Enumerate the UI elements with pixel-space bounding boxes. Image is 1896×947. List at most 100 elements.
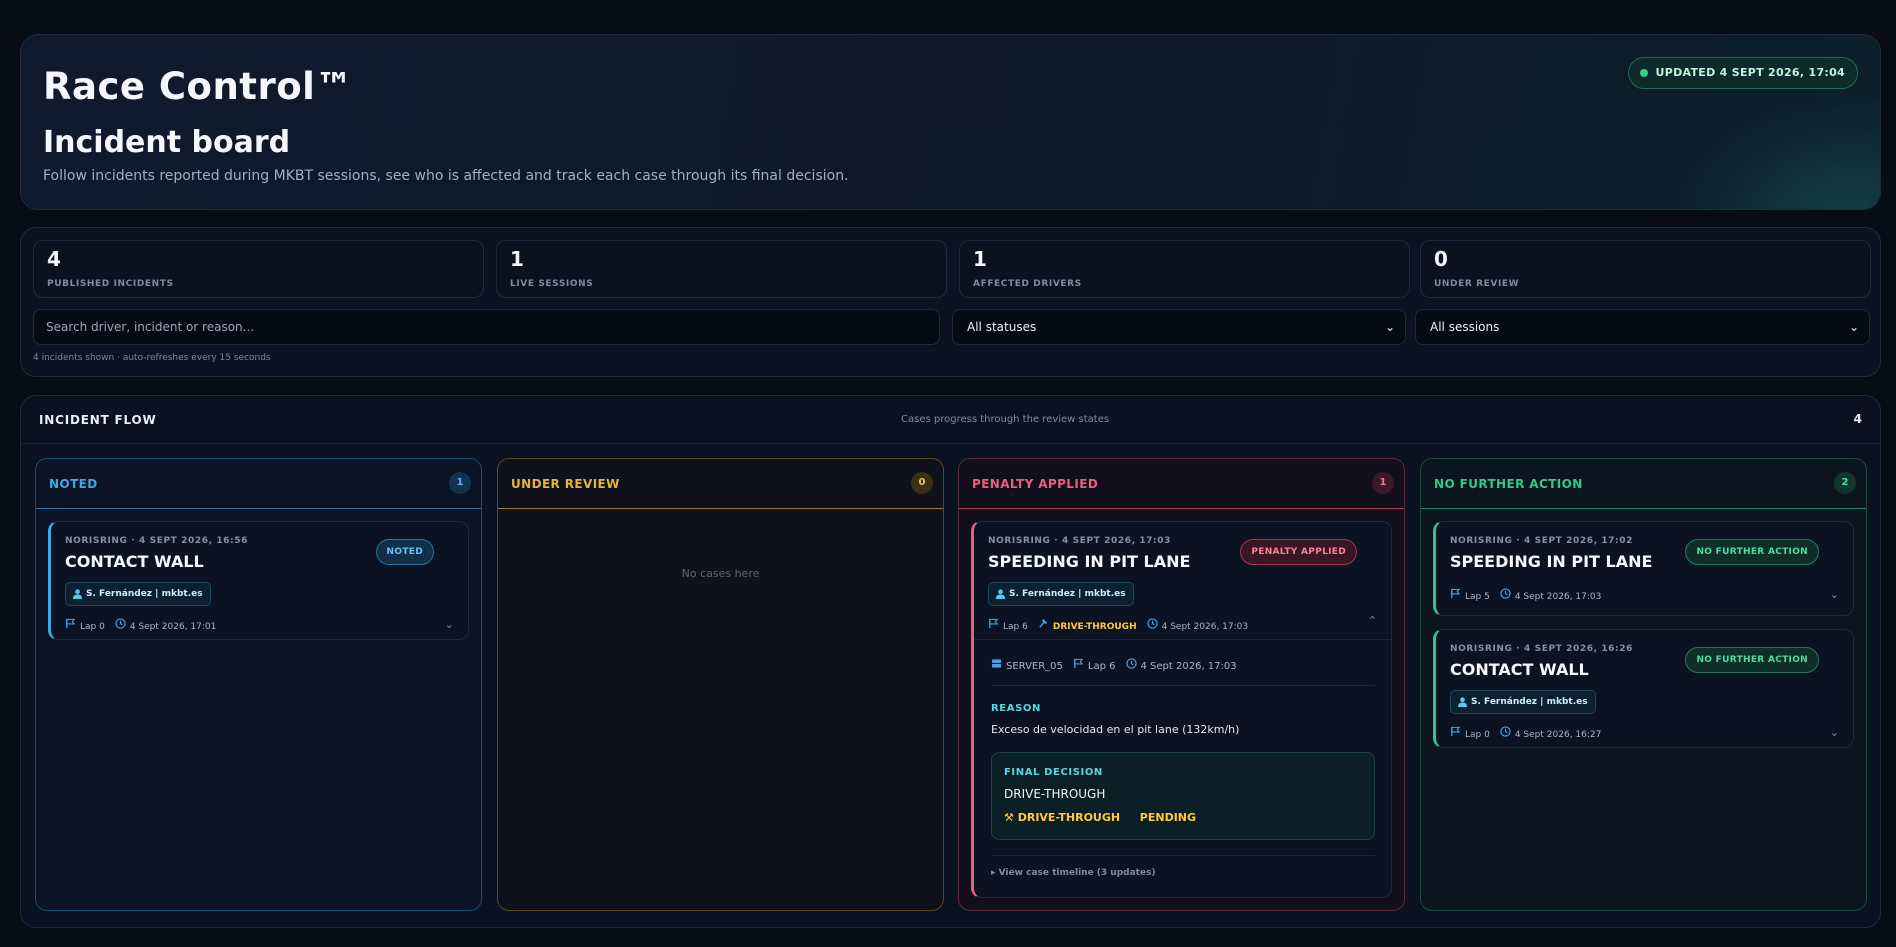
flow-subtitle: Cases progress through the review states xyxy=(901,414,1110,425)
reason-text: Exceso de velocidad en el pit lane (132k… xyxy=(991,723,1240,736)
chevron-down-icon: ⌄ xyxy=(1848,320,1859,334)
updated-text: UPDATED 4 SEPT 2026, 17:04 xyxy=(1655,66,1845,79)
card-title: CONTACT WALL xyxy=(65,552,204,571)
flag-icon xyxy=(1074,658,1084,669)
decision-result: ⚒ DRIVE-THROUGH PENDING xyxy=(1004,811,1196,824)
stats-filter-panel: 4 PUBLISHED INCIDENTS 1 LIVE SESSIONS 1 … xyxy=(20,227,1881,377)
page-title: Incident board xyxy=(43,125,291,160)
status-badge: PENALTY APPLIED xyxy=(1240,539,1357,565)
lap-text: Lap 0 xyxy=(80,621,105,632)
card-info: Lap 0 4 Sept 2026, 16:27 xyxy=(1450,726,1601,740)
time-text: 4 Sept 2026, 16:27 xyxy=(1514,729,1602,740)
card-meta: NORISRING · 4 SEPT 2026, 16:56 xyxy=(65,536,248,546)
divider xyxy=(974,639,1391,640)
final-decision-box: FINAL DECISION DRIVE-THROUGH ⚒ DRIVE-THR… xyxy=(991,752,1375,840)
user-icon xyxy=(996,589,1005,599)
column-count: 1 xyxy=(449,472,471,494)
column-count: 0 xyxy=(911,472,933,494)
driver-name: S. Fernández | mkbt.es xyxy=(1009,589,1126,599)
card-title: SPEEDING IN PIT LANE xyxy=(1450,552,1653,571)
card-meta: NORISRING · 4 SEPT 2026, 17:02 xyxy=(1450,536,1633,546)
reason-label: REASON xyxy=(991,703,1041,714)
incident-flow: INCIDENT FLOW Cases progress through the… xyxy=(20,395,1881,928)
incident-card[interactable]: NORISRING · 4 SEPT 2026, 16:56 CONTACT W… xyxy=(48,521,469,640)
session-select-value: All sessions xyxy=(1430,320,1500,334)
live-dot-icon xyxy=(1640,69,1649,77)
time-text: 4 Sept 2026, 17:03 xyxy=(1514,591,1602,602)
column-title: UNDER REVIEW xyxy=(511,477,620,491)
stat-value: 4 xyxy=(47,247,61,271)
driver-chip: S. Fernández | mkbt.es xyxy=(1450,690,1596,714)
stat-affected-drivers: 1 AFFECTED DRIVERS xyxy=(959,240,1410,298)
incident-card[interactable]: NORISRING · 4 SEPT 2026, 16:26 CONTACT W… xyxy=(1433,629,1854,748)
card-info: Lap 0 4 Sept 2026, 17:01 xyxy=(65,618,216,632)
chevron-up-icon[interactable]: ⌃ xyxy=(1368,614,1377,627)
decision-label: FINAL DECISION xyxy=(1004,767,1103,778)
clock-icon xyxy=(1500,588,1511,599)
flag-icon xyxy=(989,618,999,629)
card-meta: NORISRING · 4 SEPT 2026, 16:26 xyxy=(1450,644,1633,654)
column-header: PENALTY APPLIED 1 xyxy=(959,459,1404,509)
clock-icon xyxy=(1125,658,1137,669)
driver-chip: S. Fernández | mkbt.es xyxy=(65,582,211,606)
column-noted: NOTED 1 NORISRING · 4 SEPT 2026, 16:56 C… xyxy=(35,458,482,911)
clock-icon xyxy=(115,618,126,629)
stat-under-review: 0 UNDER REVIEW xyxy=(1420,240,1871,298)
status-badge: NO FURTHER ACTION xyxy=(1685,539,1819,565)
triangle-right-icon: ▸ xyxy=(991,868,996,878)
chevron-down-icon[interactable]: ⌄ xyxy=(445,618,454,631)
server-icon xyxy=(991,659,1002,668)
chevron-down-icon[interactable]: ⌄ xyxy=(1830,726,1839,739)
stat-published-incidents: 4 PUBLISHED INCIDENTS xyxy=(33,240,484,298)
lap-text: Lap 0 xyxy=(1465,729,1490,740)
stat-label: UNDER REVIEW xyxy=(1434,279,1520,289)
updated-badge: UPDATED 4 SEPT 2026, 17:04 xyxy=(1628,57,1858,89)
incident-card[interactable]: NORISRING · 4 SEPT 2026, 17:02 SPEEDING … xyxy=(1433,521,1854,616)
flow-header: INCIDENT FLOW Cases progress through the… xyxy=(21,396,1880,444)
card-info: Lap 5 4 Sept 2026, 17:03 xyxy=(1450,588,1601,602)
chevron-down-icon[interactable]: ⌄ xyxy=(1830,588,1839,601)
column-title: NO FURTHER ACTION xyxy=(1434,477,1583,491)
status-select[interactable]: All statuses ⌄ xyxy=(952,309,1406,345)
card-title: SPEEDING IN PIT LANE xyxy=(988,552,1191,571)
hammer-icon xyxy=(1039,619,1047,628)
incident-card-expanded[interactable]: NORISRING · 4 SEPT 2026, 17:03 SPEEDING … xyxy=(971,521,1392,898)
card-info: Lap 6 DRIVE-THROUGH 4 Sept 2026, 17:03 xyxy=(988,618,1248,632)
time-text: 4 Sept 2026, 17:01 xyxy=(129,621,217,632)
flow-count: 4 xyxy=(1853,412,1862,426)
user-icon xyxy=(73,589,82,599)
stat-label: PUBLISHED INCIDENTS xyxy=(47,279,174,289)
server-text: SERVER_05 xyxy=(1006,660,1063,672)
status-badge: NO FURTHER ACTION xyxy=(1685,647,1819,673)
clock-icon xyxy=(1146,618,1158,629)
column-title: NOTED xyxy=(49,477,98,491)
page-subtitle: Follow incidents reported during MKBT se… xyxy=(43,168,849,184)
decision-penalty: DRIVE-THROUGH xyxy=(1017,811,1121,824)
driver-name: S. Fernández | mkbt.es xyxy=(1471,697,1588,707)
decision-state: PENDING xyxy=(1139,811,1197,824)
hammer-icon: ⚒ xyxy=(1004,811,1014,824)
search-input[interactable]: Search driver, incident or reason... xyxy=(33,309,940,345)
column-header: UNDER REVIEW 0 xyxy=(498,459,943,509)
status-select-value: All statuses xyxy=(967,320,1037,334)
column-count: 1 xyxy=(1372,472,1394,494)
flow-title: INCIDENT FLOW xyxy=(39,413,157,427)
column-header: NOTED 1 xyxy=(36,459,481,509)
detail-info: SERVER_05 Lap 6 4 Sept 2026, 17:03 xyxy=(991,658,1237,672)
user-icon xyxy=(1458,697,1467,707)
divider xyxy=(991,685,1375,686)
stat-live-sessions: 1 LIVE SESSIONS xyxy=(496,240,947,298)
flag-icon xyxy=(1451,726,1461,737)
divider xyxy=(991,855,1375,856)
brand-logo: Race Control™ xyxy=(43,65,353,108)
timeline-toggle[interactable]: ▸ View case timeline (3 updates) xyxy=(991,868,1156,878)
time-text: 4 Sept 2026, 17:03 xyxy=(1161,621,1249,632)
lap-text: Lap 5 xyxy=(1465,591,1490,602)
time-text: 4 Sept 2026, 17:03 xyxy=(1140,660,1237,672)
stat-value: 0 xyxy=(1434,247,1448,271)
column-no-further-action: NO FURTHER ACTION 2 NORISRING · 4 SEPT 2… xyxy=(1420,458,1867,911)
driver-name: S. Fernández | mkbt.es xyxy=(86,589,203,599)
session-select[interactable]: All sessions ⌄ xyxy=(1415,309,1870,345)
column-header: NO FURTHER ACTION 2 xyxy=(1421,459,1866,509)
stat-value: 1 xyxy=(510,247,524,271)
